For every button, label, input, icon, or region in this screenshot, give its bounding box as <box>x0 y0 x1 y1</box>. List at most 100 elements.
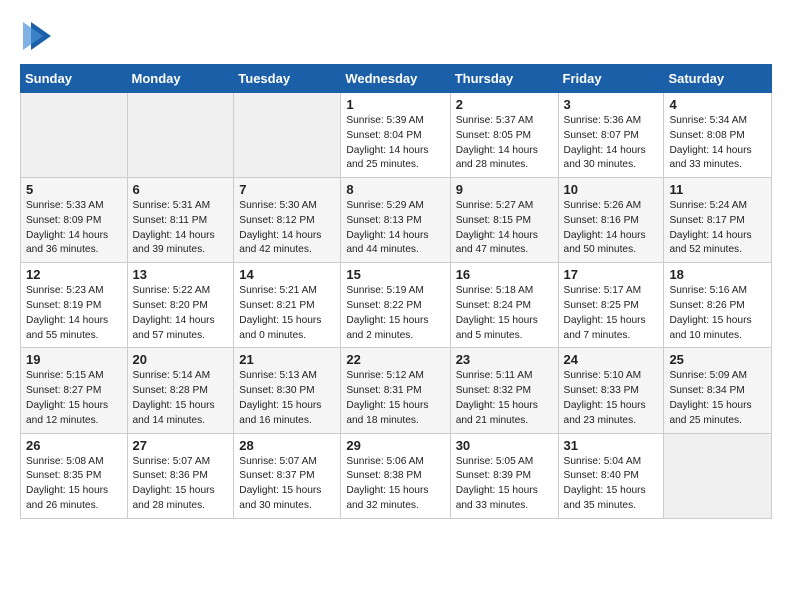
day-number: 9 <box>456 182 553 197</box>
calendar-cell: 4 Sunrise: 5:34 AM Sunset: 8:08 PM Daylig… <box>664 93 772 178</box>
calendar-cell: 9Sunrise: 5:27 AM Sunset: 8:15 PM Daylig… <box>450 178 558 263</box>
day-number: 28 <box>239 438 335 453</box>
calendar-cell: 1Sunrise: 5:39 AM Sunset: 8:04 PM Daylig… <box>341 93 450 178</box>
day-number: 14 <box>239 267 335 282</box>
day-number: 31 <box>564 438 659 453</box>
weekday-wednesday: Wednesday <box>341 65 450 93</box>
day-number: 13 <box>133 267 229 282</box>
day-info: Sunrise: 5:12 AM Sunset: 8:31 PM Dayligh… <box>346 369 444 428</box>
logo <box>20 18 55 54</box>
calendar-cell: 3 Sunrise: 5:36 AM Sunset: 8:07 PM Daylig… <box>558 93 664 178</box>
day-info: Sunrise: 5:37 AM Sunset: 8:05 PM Dayligh… <box>456 114 553 173</box>
calendar-cell: 12 Sunrise: 5:23 AM Sunset: 8:19 PM Dayli… <box>21 263 128 348</box>
weekday-tuesday: Tuesday <box>234 65 341 93</box>
day-number: 4 <box>669 97 766 112</box>
day-number: 12 <box>26 267 122 282</box>
calendar-cell: 25 Sunrise: 5:09 AM Sunset: 8:34 PM Dayli… <box>664 348 772 433</box>
day-info: Sunrise: 5:22 AM Sunset: 8:20 PM Dayligh… <box>133 284 229 343</box>
weekday-monday: Monday <box>127 65 234 93</box>
day-number: 21 <box>239 352 335 367</box>
calendar-cell: 23 Sunrise: 5:11 AM Sunset: 8:32 PM Dayli… <box>450 348 558 433</box>
day-info: Sunrise: 5:07 AM Sunset: 8:37 PM Dayligh… <box>239 455 335 514</box>
calendar-cell: 27Sunrise: 5:07 AM Sunset: 8:36 PM Dayli… <box>127 433 234 518</box>
calendar-cell: 13 Sunrise: 5:22 AM Sunset: 8:20 PM Dayli… <box>127 263 234 348</box>
calendar-cell: 16 Sunrise: 5:18 AM Sunset: 8:24 PM Dayli… <box>450 263 558 348</box>
day-number: 24 <box>564 352 659 367</box>
day-info: Sunrise: 5:05 AM Sunset: 8:39 PM Dayligh… <box>456 455 553 514</box>
weekday-saturday: Saturday <box>664 65 772 93</box>
week-row-4: 26Sunrise: 5:08 AM Sunset: 8:35 PM Dayli… <box>21 433 772 518</box>
calendar-cell <box>21 93 128 178</box>
header <box>20 18 772 54</box>
day-info: Sunrise: 5:17 AM Sunset: 8:25 PM Dayligh… <box>564 284 659 343</box>
calendar-cell: 18 Sunrise: 5:16 AM Sunset: 8:26 PM Dayli… <box>664 263 772 348</box>
calendar-cell: 26Sunrise: 5:08 AM Sunset: 8:35 PM Dayli… <box>21 433 128 518</box>
calendar-cell <box>127 93 234 178</box>
page: SundayMondayTuesdayWednesdayThursdayFrid… <box>0 0 792 537</box>
calendar-cell: 21 Sunrise: 5:13 AM Sunset: 8:30 PM Dayli… <box>234 348 341 433</box>
day-info: Sunrise: 5:26 AM Sunset: 8:16 PM Dayligh… <box>564 199 659 258</box>
day-number: 10 <box>564 182 659 197</box>
day-info: Sunrise: 5:06 AM Sunset: 8:38 PM Dayligh… <box>346 455 444 514</box>
day-info: Sunrise: 5:30 AM Sunset: 8:12 PM Dayligh… <box>239 199 335 258</box>
week-row-3: 19Sunrise: 5:15 AM Sunset: 8:27 PM Dayli… <box>21 348 772 433</box>
day-info: Sunrise: 5:34 AM Sunset: 8:08 PM Dayligh… <box>669 114 766 173</box>
day-number: 16 <box>456 267 553 282</box>
weekday-sunday: Sunday <box>21 65 128 93</box>
day-info: Sunrise: 5:31 AM Sunset: 8:11 PM Dayligh… <box>133 199 229 258</box>
calendar-cell: 20Sunrise: 5:14 AM Sunset: 8:28 PM Dayli… <box>127 348 234 433</box>
calendar-cell: 10 Sunrise: 5:26 AM Sunset: 8:16 PM Dayli… <box>558 178 664 263</box>
day-number: 26 <box>26 438 122 453</box>
week-row-0: 1Sunrise: 5:39 AM Sunset: 8:04 PM Daylig… <box>21 93 772 178</box>
day-info: Sunrise: 5:11 AM Sunset: 8:32 PM Dayligh… <box>456 369 553 428</box>
day-info: Sunrise: 5:09 AM Sunset: 8:34 PM Dayligh… <box>669 369 766 428</box>
day-info: Sunrise: 5:15 AM Sunset: 8:27 PM Dayligh… <box>26 369 122 428</box>
day-number: 30 <box>456 438 553 453</box>
calendar-cell: 8 Sunrise: 5:29 AM Sunset: 8:13 PM Daylig… <box>341 178 450 263</box>
day-number: 15 <box>346 267 444 282</box>
calendar-cell: 15 Sunrise: 5:19 AM Sunset: 8:22 PM Dayli… <box>341 263 450 348</box>
calendar-cell: 14 Sunrise: 5:21 AM Sunset: 8:21 PM Dayli… <box>234 263 341 348</box>
day-info: Sunrise: 5:19 AM Sunset: 8:22 PM Dayligh… <box>346 284 444 343</box>
day-number: 25 <box>669 352 766 367</box>
day-info: Sunrise: 5:18 AM Sunset: 8:24 PM Dayligh… <box>456 284 553 343</box>
day-number: 29 <box>346 438 444 453</box>
day-info: Sunrise: 5:16 AM Sunset: 8:26 PM Dayligh… <box>669 284 766 343</box>
calendar-cell: 30 Sunrise: 5:05 AM Sunset: 8:39 PM Dayli… <box>450 433 558 518</box>
calendar-cell <box>234 93 341 178</box>
day-number: 22 <box>346 352 444 367</box>
day-number: 8 <box>346 182 444 197</box>
calendar-cell: 19Sunrise: 5:15 AM Sunset: 8:27 PM Dayli… <box>21 348 128 433</box>
day-number: 11 <box>669 182 766 197</box>
day-number: 23 <box>456 352 553 367</box>
calendar-cell: 5Sunrise: 5:33 AM Sunset: 8:09 PM Daylig… <box>21 178 128 263</box>
day-number: 17 <box>564 267 659 282</box>
week-row-2: 12 Sunrise: 5:23 AM Sunset: 8:19 PM Dayli… <box>21 263 772 348</box>
calendar-cell: 7Sunrise: 5:30 AM Sunset: 8:12 PM Daylig… <box>234 178 341 263</box>
calendar-cell: 6 Sunrise: 5:31 AM Sunset: 8:11 PM Daylig… <box>127 178 234 263</box>
day-number: 2 <box>456 97 553 112</box>
weekday-header-row: SundayMondayTuesdayWednesdayThursdayFrid… <box>21 65 772 93</box>
day-info: Sunrise: 5:21 AM Sunset: 8:21 PM Dayligh… <box>239 284 335 343</box>
day-number: 3 <box>564 97 659 112</box>
weekday-thursday: Thursday <box>450 65 558 93</box>
calendar-cell: 2 Sunrise: 5:37 AM Sunset: 8:05 PM Daylig… <box>450 93 558 178</box>
day-number: 1 <box>346 97 444 112</box>
week-row-1: 5Sunrise: 5:33 AM Sunset: 8:09 PM Daylig… <box>21 178 772 263</box>
calendar-cell: 28 Sunrise: 5:07 AM Sunset: 8:37 PM Dayli… <box>234 433 341 518</box>
calendar-cell: 29 Sunrise: 5:06 AM Sunset: 8:38 PM Dayli… <box>341 433 450 518</box>
calendar-cell: 22 Sunrise: 5:12 AM Sunset: 8:31 PM Dayli… <box>341 348 450 433</box>
day-info: Sunrise: 5:29 AM Sunset: 8:13 PM Dayligh… <box>346 199 444 258</box>
day-info: Sunrise: 5:23 AM Sunset: 8:19 PM Dayligh… <box>26 284 122 343</box>
calendar-cell: 17 Sunrise: 5:17 AM Sunset: 8:25 PM Dayli… <box>558 263 664 348</box>
day-number: 20 <box>133 352 229 367</box>
logo-icon <box>23 18 55 54</box>
day-number: 6 <box>133 182 229 197</box>
day-info: Sunrise: 5:13 AM Sunset: 8:30 PM Dayligh… <box>239 369 335 428</box>
day-info: Sunrise: 5:10 AM Sunset: 8:33 PM Dayligh… <box>564 369 659 428</box>
calendar-table: SundayMondayTuesdayWednesdayThursdayFrid… <box>20 64 772 519</box>
day-info: Sunrise: 5:36 AM Sunset: 8:07 PM Dayligh… <box>564 114 659 173</box>
day-number: 5 <box>26 182 122 197</box>
weekday-friday: Friday <box>558 65 664 93</box>
day-number: 18 <box>669 267 766 282</box>
